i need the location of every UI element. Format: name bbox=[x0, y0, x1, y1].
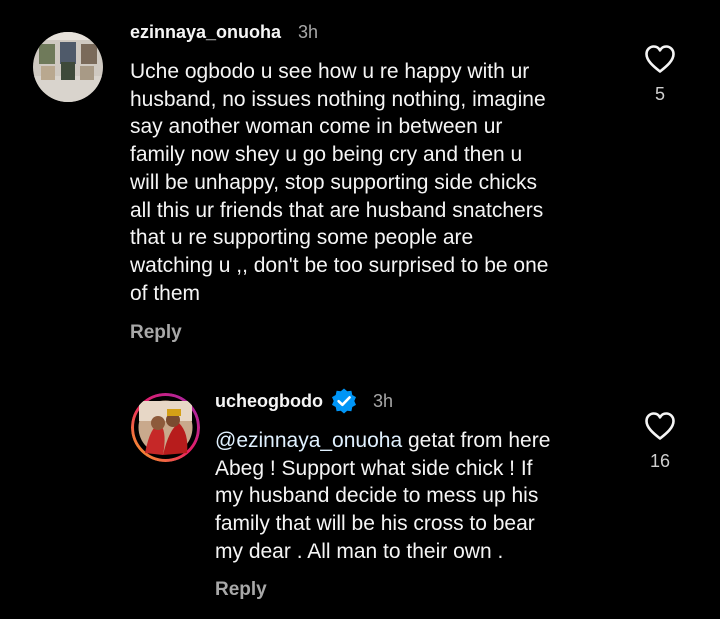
comment-line: family now shey u go being cry and then … bbox=[130, 143, 523, 167]
comment-text: Uche ogbodo u see how u re happy with ur… bbox=[130, 58, 548, 307]
comment-line: family that will be his cross to bear bbox=[215, 512, 535, 536]
heart-outline-icon bbox=[645, 45, 675, 73]
username[interactable]: ezinnaya_onuoha bbox=[130, 22, 281, 43]
comment-line: husband, no issues nothing nothing, imag… bbox=[130, 87, 546, 111]
comment-line: watching u ,, don't be too surprised to … bbox=[130, 253, 549, 277]
avatar-image bbox=[131, 393, 200, 462]
like-button[interactable]: 5 bbox=[640, 44, 680, 105]
comment-line: my husband decide to mess up his bbox=[215, 484, 539, 508]
comment-line: will be unhappy, stop supporting side ch… bbox=[130, 170, 538, 194]
avatar[interactable] bbox=[131, 393, 200, 462]
like-button[interactable]: 16 bbox=[640, 411, 680, 472]
timestamp: 3h bbox=[373, 391, 394, 411]
reply-button[interactable]: Reply bbox=[215, 579, 267, 601]
verified-badge-icon bbox=[332, 388, 356, 414]
timestamp: 3h bbox=[298, 22, 319, 42]
mention-link[interactable]: @ezinnaya_onuoha bbox=[215, 429, 402, 452]
comment-ucheogbodo: ucheogbodo 3h @ezinnaya_onuoha getat fro… bbox=[0, 360, 720, 619]
avatar-image bbox=[33, 32, 103, 102]
comment-line: @ezinnaya_onuoha getat from here bbox=[215, 427, 550, 455]
comment-ezinnaya-onuoha: ezinnaya_onuoha 3h Uche ogbodo u see how… bbox=[0, 0, 720, 360]
comment-line: my dear . All man to their own . bbox=[215, 539, 504, 563]
like-count: 5 bbox=[654, 84, 665, 104]
avatar[interactable] bbox=[33, 32, 103, 102]
username[interactable]: ucheogbodo bbox=[215, 391, 323, 412]
comment-line: Abeg ! Support what side chick ! If bbox=[215, 456, 533, 480]
comment-line-rest: getat from here bbox=[402, 429, 551, 452]
heart-outline-icon bbox=[645, 412, 675, 440]
comment-line: that u re supporting some people are bbox=[130, 226, 474, 250]
comment-line: all this ur friends that are husband sna… bbox=[130, 198, 544, 222]
comment-line: Uche ogbodo u see how u re happy with ur bbox=[130, 60, 530, 83]
like-count: 16 bbox=[649, 451, 671, 471]
reply-button[interactable]: Reply bbox=[130, 322, 182, 344]
comment-line: say another woman come in between ur bbox=[130, 115, 503, 139]
comment-text: @ezinnaya_onuoha getat from here Abeg ! … bbox=[215, 427, 550, 566]
comment-line: of them bbox=[130, 281, 201, 305]
